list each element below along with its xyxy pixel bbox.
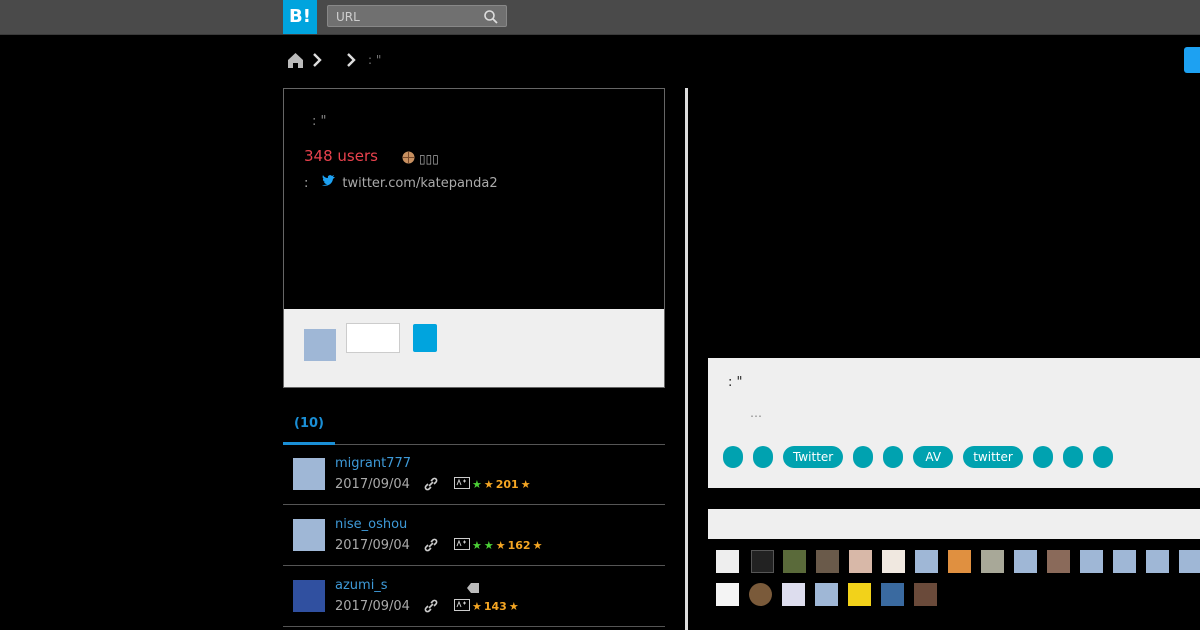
username[interactable]: azumi_s (335, 578, 388, 593)
green-star-icon[interactable]: ★ (472, 478, 482, 491)
star-count[interactable]: 201 (496, 478, 519, 491)
bookmark-date[interactable]: 2017/09/04 (335, 538, 410, 553)
panel-description: … (750, 406, 762, 420)
avatar[interactable] (783, 550, 806, 573)
avatar[interactable] (1146, 550, 1169, 573)
avatar[interactable] (981, 550, 1004, 573)
chevron-right-icon (346, 53, 356, 67)
username[interactable]: migrant777 (335, 456, 411, 471)
users-count[interactable]: 348 users (304, 147, 378, 165)
users-panel-header (708, 509, 1200, 539)
green-star-icon[interactable]: ★ (484, 539, 494, 552)
avatar[interactable] (1014, 550, 1037, 573)
avatar[interactable] (915, 550, 938, 573)
tag-list: Twitter AV twitter (723, 446, 1113, 468)
avatar (304, 329, 336, 361)
tag-pill[interactable] (883, 446, 904, 468)
avatar[interactable] (914, 583, 937, 606)
username[interactable]: nise_oshou (335, 517, 407, 532)
star-icon[interactable]: ★ (484, 478, 494, 491)
star-count[interactable]: 143 (484, 600, 507, 613)
avatar[interactable] (749, 583, 772, 606)
panel-title[interactable]: : " (728, 375, 743, 390)
star-icon[interactable]: ★ (496, 539, 506, 552)
tab-comments[interactable]: (10) (283, 404, 335, 445)
bookmark-tabs: (10) (283, 404, 665, 445)
avatar[interactable] (751, 550, 774, 573)
avatar[interactable] (816, 550, 839, 573)
avatar[interactable] (1179, 550, 1200, 573)
tag-pill[interactable]: AV (913, 446, 954, 468)
avatar[interactable] (849, 550, 872, 573)
star-icon: ★ (532, 539, 543, 552)
star-icon: ★ (508, 600, 519, 613)
column-divider (685, 88, 688, 630)
link-icon[interactable] (424, 598, 438, 617)
breadcrumb-current: : " (368, 53, 382, 67)
top-bar: B! (0, 0, 1200, 35)
breadcrumb: : " (287, 50, 381, 70)
search-box (327, 5, 507, 27)
avatar[interactable] (848, 583, 871, 606)
avatar[interactable] (948, 550, 971, 573)
avatar[interactable] (293, 458, 325, 490)
tag-pill[interactable] (1032, 446, 1053, 468)
tag-pill[interactable] (1092, 446, 1113, 468)
avatar[interactable] (782, 583, 805, 606)
link-icon[interactable] (424, 537, 438, 556)
tag-pill[interactable]: Twitter (783, 446, 844, 468)
comment-area (284, 309, 664, 387)
globe-icon (402, 151, 415, 167)
avatar[interactable] (881, 583, 904, 606)
bookmark-date[interactable]: 2017/09/04 (335, 477, 410, 492)
entry-source: : twitter.com/katepanda2 (304, 175, 498, 191)
tag-pill[interactable] (1062, 446, 1083, 468)
list-item: nise_oshou 2017/09/04 ★ ★ ★ 162 ★ (283, 505, 665, 566)
list-item: azumi_s 2017/09/04 ★ 143 ★ (283, 566, 665, 627)
avatar[interactable] (815, 583, 838, 606)
avatar[interactable] (1080, 550, 1103, 573)
avatar[interactable] (716, 550, 739, 573)
avatar[interactable] (293, 580, 325, 612)
bookmark-date[interactable]: 2017/09/04 (335, 599, 410, 614)
tag-pill[interactable] (753, 446, 773, 468)
entry-badge: ▯▯▯ (402, 151, 439, 167)
avatar[interactable] (1113, 550, 1136, 573)
list-item: migrant777 2017/09/04 ★ ★ 201 ★ (283, 444, 665, 505)
avatar[interactable] (716, 583, 739, 606)
tag-pill[interactable] (853, 446, 874, 468)
twitter-bird-icon (322, 175, 336, 191)
green-star-icon[interactable]: ★ (472, 539, 482, 552)
star-icon[interactable]: ★ (472, 600, 482, 613)
entry-card: : " 348 users ▯▯▯ : twitter.com/katepand… (283, 88, 665, 388)
tag-pill[interactable] (723, 446, 743, 468)
avatar[interactable] (882, 550, 905, 573)
bookmark-button[interactable] (413, 324, 437, 352)
home-icon[interactable] (287, 52, 304, 69)
add-star-icon[interactable] (454, 538, 470, 553)
star-group: ★ ★ 201 ★ (454, 477, 531, 492)
star-group: ★ 143 ★ (454, 599, 519, 614)
star-group: ★ ★ ★ 162 ★ (454, 538, 542, 553)
source-link[interactable]: twitter.com/katepanda2 (342, 176, 497, 191)
search-input[interactable] (328, 7, 484, 27)
link-icon[interactable] (424, 476, 438, 495)
star-count[interactable]: 162 (508, 539, 531, 552)
avatar[interactable] (293, 519, 325, 551)
avatar[interactable] (1047, 550, 1070, 573)
add-star-icon[interactable] (454, 477, 470, 492)
search-icon[interactable] (484, 9, 498, 28)
star-icon: ★ (520, 478, 531, 491)
related-entry-panel: : " … Twitter AV twitter (708, 358, 1200, 488)
comment-input[interactable] (346, 323, 400, 353)
bookmark-list: migrant777 2017/09/04 ★ ★ 201 ★ nise_osh… (283, 444, 665, 627)
entry-title[interactable]: : " (312, 114, 327, 129)
twitter-share-button[interactable] (1184, 47, 1200, 73)
chevron-right-icon (312, 53, 322, 67)
tag-icon[interactable] (466, 579, 480, 598)
hatena-logo[interactable]: B! (283, 0, 317, 34)
tag-pill[interactable]: twitter (963, 446, 1023, 468)
add-star-icon[interactable] (454, 599, 470, 614)
